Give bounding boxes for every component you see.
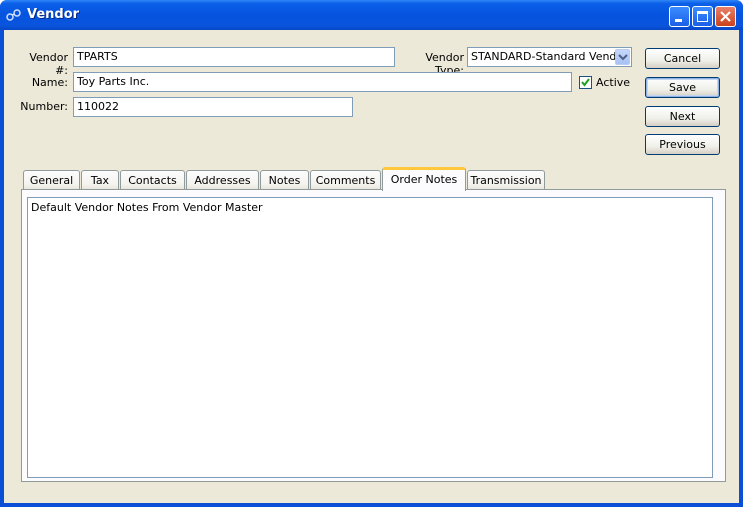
next-button[interactable]: Next: [645, 106, 720, 127]
save-button[interactable]: Save: [645, 77, 720, 98]
number-label: Number:: [20, 100, 68, 113]
minimize-icon: [675, 19, 682, 22]
checkmark-icon: [581, 78, 590, 87]
vendor-type-select[interactable]: STANDARD-Standard Vendor: [467, 47, 632, 67]
number-input[interactable]: 110022: [73, 97, 353, 117]
xtuple-app-icon: [6, 9, 21, 21]
tab-contacts[interactable]: Contacts: [120, 170, 185, 190]
vendor-type-value: STANDARD-Standard Vendor: [471, 50, 628, 63]
vendor-number-label: Vendor #:: [29, 51, 68, 77]
tab-transmission[interactable]: Transmission: [467, 170, 545, 190]
name-label: Name:: [31, 76, 68, 89]
order-notes-textarea[interactable]: Default Vendor Notes From Vendor Master: [27, 197, 713, 478]
vendor-type-dropdown-button[interactable]: [615, 49, 630, 65]
tab-addresses[interactable]: Addresses: [186, 170, 259, 190]
cancel-button[interactable]: Cancel: [645, 48, 720, 69]
window-client-area: Vendor #: TPARTS Vendor Type: STANDARD-S…: [4, 30, 739, 503]
active-label: Active: [596, 76, 631, 89]
active-checkbox[interactable]: [579, 76, 592, 89]
close-button[interactable]: [715, 6, 736, 27]
window-title: Vendor: [27, 7, 80, 22]
minimize-button[interactable]: [669, 6, 690, 27]
tab-order-notes[interactable]: Order Notes: [382, 167, 466, 191]
tab-comments[interactable]: Comments: [310, 170, 381, 190]
vendor-window: Vendor Vendor #: TPARTS Vendor Type: STA…: [0, 0, 743, 507]
tab-tax[interactable]: Tax: [81, 170, 119, 190]
title-bar[interactable]: Vendor: [0, 0, 743, 30]
tab-general[interactable]: General: [23, 170, 80, 190]
close-icon: [720, 11, 731, 22]
order-notes-panel: Default Vendor Notes From Vendor Master: [21, 189, 726, 482]
chevron-down-icon: [618, 54, 628, 61]
vendor-number-input[interactable]: TPARTS: [73, 47, 395, 67]
maximize-icon: [697, 11, 708, 22]
name-input[interactable]: Toy Parts Inc.: [73, 72, 572, 92]
previous-button[interactable]: Previous: [645, 134, 720, 155]
maximize-button[interactable]: [692, 6, 713, 27]
tab-notes[interactable]: Notes: [260, 170, 309, 190]
